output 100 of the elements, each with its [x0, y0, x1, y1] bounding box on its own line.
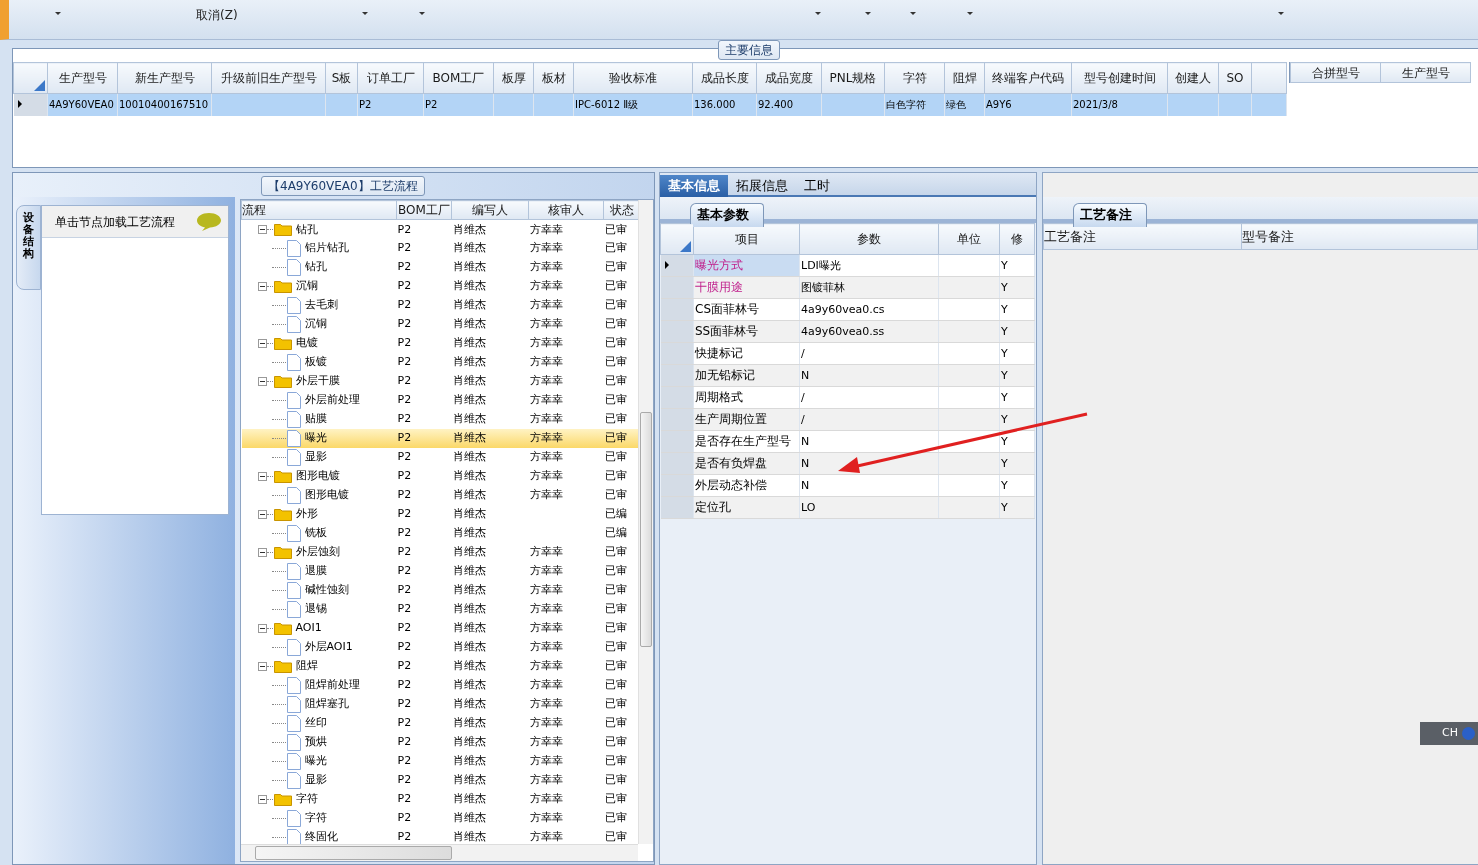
column-header[interactable]: 新生产型号: [117, 62, 212, 94]
collapse-icon[interactable]: [257, 471, 267, 481]
dropdown-caret-icon[interactable]: [1277, 12, 1284, 15]
horizontal-scrollbar[interactable]: [241, 844, 638, 861]
table-row[interactable]: 曝光方式 LDI曝光 Y: [660, 254, 1035, 277]
tree-row[interactable]: 退膜 P2 肖维杰 方幸幸 已审: [241, 561, 640, 581]
table-row[interactable]: 生产周期位置 / Y: [660, 408, 1035, 431]
column-header[interactable]: 验收标准: [573, 62, 693, 94]
column-header[interactable]: SO: [1218, 62, 1252, 94]
dropdown-caret-icon[interactable]: [966, 12, 973, 15]
tree-row[interactable]: 铣板 P2 肖维杰 已编: [241, 523, 640, 543]
tree-row[interactable]: 去毛刺 P2 肖维杰 方幸幸 已审: [241, 295, 640, 315]
tree-row[interactable]: 图形电镀 P2 肖维杰 方幸幸 已审: [241, 485, 640, 505]
column-header[interactable]: 板材: [533, 62, 574, 94]
column-header[interactable]: 核审人: [528, 200, 604, 220]
column-header[interactable]: 状态: [603, 200, 640, 220]
table-row[interactable]: 外层动态补偿 N Y: [660, 474, 1035, 497]
collapse-icon[interactable]: [257, 376, 267, 386]
collapse-icon[interactable]: [257, 623, 267, 633]
column-header[interactable]: 修: [999, 223, 1035, 255]
tab[interactable]: 拓展信息: [728, 175, 796, 197]
column-header[interactable]: 生产型号: [47, 62, 118, 94]
tree-row[interactable]: 阻焊前处理 P2 肖维杰 方幸幸 已审: [241, 675, 640, 695]
tree-row[interactable]: 显影 P2 肖维杰 方幸幸 已审: [241, 447, 640, 467]
section-tab[interactable]: 基本参数: [690, 203, 764, 227]
tab[interactable]: 工时: [796, 175, 838, 197]
collapse-icon[interactable]: [257, 224, 267, 234]
dropdown-caret-icon[interactable]: [55, 12, 61, 15]
column-header[interactable]: PNL规格: [821, 62, 885, 94]
column-header[interactable]: 字符: [884, 62, 945, 94]
tree-row[interactable]: 曝光 P2 肖维杰 方幸幸 已审: [241, 428, 640, 448]
column-header[interactable]: 生产型号: [1380, 62, 1471, 83]
column-header[interactable]: 成品长度: [692, 62, 757, 94]
tree-row[interactable]: 图形电镀 P2 肖维杰 方幸幸 已审: [241, 466, 640, 486]
tree-row[interactable]: 曝光 P2 肖维杰 方幸幸 已审: [241, 751, 640, 771]
tree-row[interactable]: 字符 P2 肖维杰 方幸幸 已审: [241, 808, 640, 828]
dropdown-caret-icon[interactable]: [814, 12, 821, 15]
collapse-icon[interactable]: [257, 794, 267, 804]
vertical-scrollbar[interactable]: [638, 200, 653, 844]
tree-row[interactable]: 字符 P2 肖维杰 方幸幸 已审: [241, 789, 640, 809]
tree-row[interactable]: 电镀 P2 肖维杰 方幸幸 已审: [241, 333, 640, 353]
side-tab[interactable]: 设备结构: [16, 205, 41, 290]
tree-row[interactable]: 阻焊塞孔 P2 肖维杰 方幸幸 已审: [241, 694, 640, 714]
table-row[interactable]: 快捷标记 / Y: [660, 342, 1035, 365]
tree-row[interactable]: 丝印 P2 肖维杰 方幸幸 已审: [241, 713, 640, 733]
tree-row[interactable]: 钻孔 P2 肖维杰 方幸幸 已审: [241, 219, 640, 239]
column-header[interactable]: 成品宽度: [756, 62, 822, 94]
menu-item[interactable]: 取消(Z): [196, 6, 238, 24]
table-row[interactable]: 周期格式 / Y: [660, 386, 1035, 409]
collapse-icon[interactable]: [257, 281, 267, 291]
tree-row[interactable]: 板镀 P2 肖维杰 方幸幸 已审: [241, 352, 640, 372]
column-header[interactable]: 单位: [938, 223, 1000, 255]
collapse-icon[interactable]: [257, 661, 267, 671]
table-row[interactable]: 加无铅标记 N Y: [660, 364, 1035, 387]
section-tab[interactable]: 工艺备注: [1073, 203, 1147, 227]
column-header[interactable]: BOM工厂: [396, 200, 452, 220]
column-header[interactable]: 型号创建时间: [1071, 62, 1168, 94]
table-row[interactable]: 定位孔 LO Y: [660, 496, 1035, 519]
scroll-thumb[interactable]: [255, 846, 452, 860]
column-header[interactable]: 参数: [799, 223, 939, 255]
dropdown-caret-icon[interactable]: [418, 12, 425, 15]
collapse-icon[interactable]: [257, 509, 267, 519]
column-header[interactable]: 板厚: [493, 62, 534, 94]
tree-row[interactable]: 钻孔 P2 肖维杰 方幸幸 已审: [241, 257, 640, 277]
dropdown-caret-icon[interactable]: [909, 12, 916, 15]
table-row[interactable]: 是否存在生产型号 N Y: [660, 430, 1035, 453]
tree-row[interactable]: 碱性蚀刻 P2 肖维杰 方幸幸 已审: [241, 580, 640, 600]
table-row[interactable]: SS面菲林号 4a9y60vea0.ss Y: [660, 320, 1035, 343]
column-header[interactable]: 编写人: [451, 200, 529, 220]
column-header[interactable]: 合拼型号: [1290, 62, 1381, 83]
column-header[interactable]: 工艺备注: [1043, 223, 1242, 250]
tree-row[interactable]: 阻焊 P2 肖维杰 方幸幸 已审: [241, 656, 640, 676]
tree-row[interactable]: 外层前处理 P2 肖维杰 方幸幸 已审: [241, 390, 640, 410]
tree-row[interactable]: AOI1 P2 肖维杰 方幸幸 已审: [241, 618, 640, 638]
column-header[interactable]: S板: [325, 62, 358, 94]
column-header[interactable]: 订单工厂: [357, 62, 424, 94]
tree-row[interactable]: 外层AOI1 P2 肖维杰 方幸幸 已审: [241, 637, 640, 657]
column-header[interactable]: 创建人: [1167, 62, 1219, 94]
column-header[interactable]: 流程: [241, 200, 397, 220]
tab[interactable]: 基本信息: [660, 175, 728, 197]
tree-row[interactable]: 预烘 P2 肖维杰 方幸幸 已审: [241, 732, 640, 752]
dropdown-caret-icon[interactable]: [361, 12, 368, 15]
tree-row[interactable]: 沉铜 P2 肖维杰 方幸幸 已审: [241, 314, 640, 334]
collapse-icon[interactable]: [257, 547, 267, 557]
column-header[interactable]: 项目: [693, 223, 800, 255]
tree-row[interactable]: 外层蚀刻 P2 肖维杰 方幸幸 已审: [241, 542, 640, 562]
scroll-thumb[interactable]: [640, 412, 652, 647]
table-row[interactable]: CS面菲林号 4a9y60vea0.cs Y: [660, 298, 1035, 321]
dropdown-caret-icon[interactable]: [864, 12, 871, 15]
column-header[interactable]: 型号备注: [1241, 223, 1478, 250]
column-header[interactable]: BOM工厂: [423, 62, 494, 94]
column-header[interactable]: 升级前旧生产型号: [211, 62, 326, 94]
table-row[interactable]: 干膜用途 图镀菲林 Y: [660, 276, 1035, 299]
column-header[interactable]: 终端客户代码: [984, 62, 1072, 94]
table-row[interactable]: 是否有负焊盘 N Y: [660, 452, 1035, 475]
tree-row[interactable]: 显影 P2 肖维杰 方幸幸 已审: [241, 770, 640, 790]
tree-row[interactable]: 退锡 P2 肖维杰 方幸幸 已审: [241, 599, 640, 619]
tree-row[interactable]: 贴膜 P2 肖维杰 方幸幸 已审: [241, 409, 640, 429]
tree-row[interactable]: 外形 P2 肖维杰 已编: [241, 504, 640, 524]
tree-row[interactable]: 沉铜 P2 肖维杰 方幸幸 已审: [241, 276, 640, 296]
